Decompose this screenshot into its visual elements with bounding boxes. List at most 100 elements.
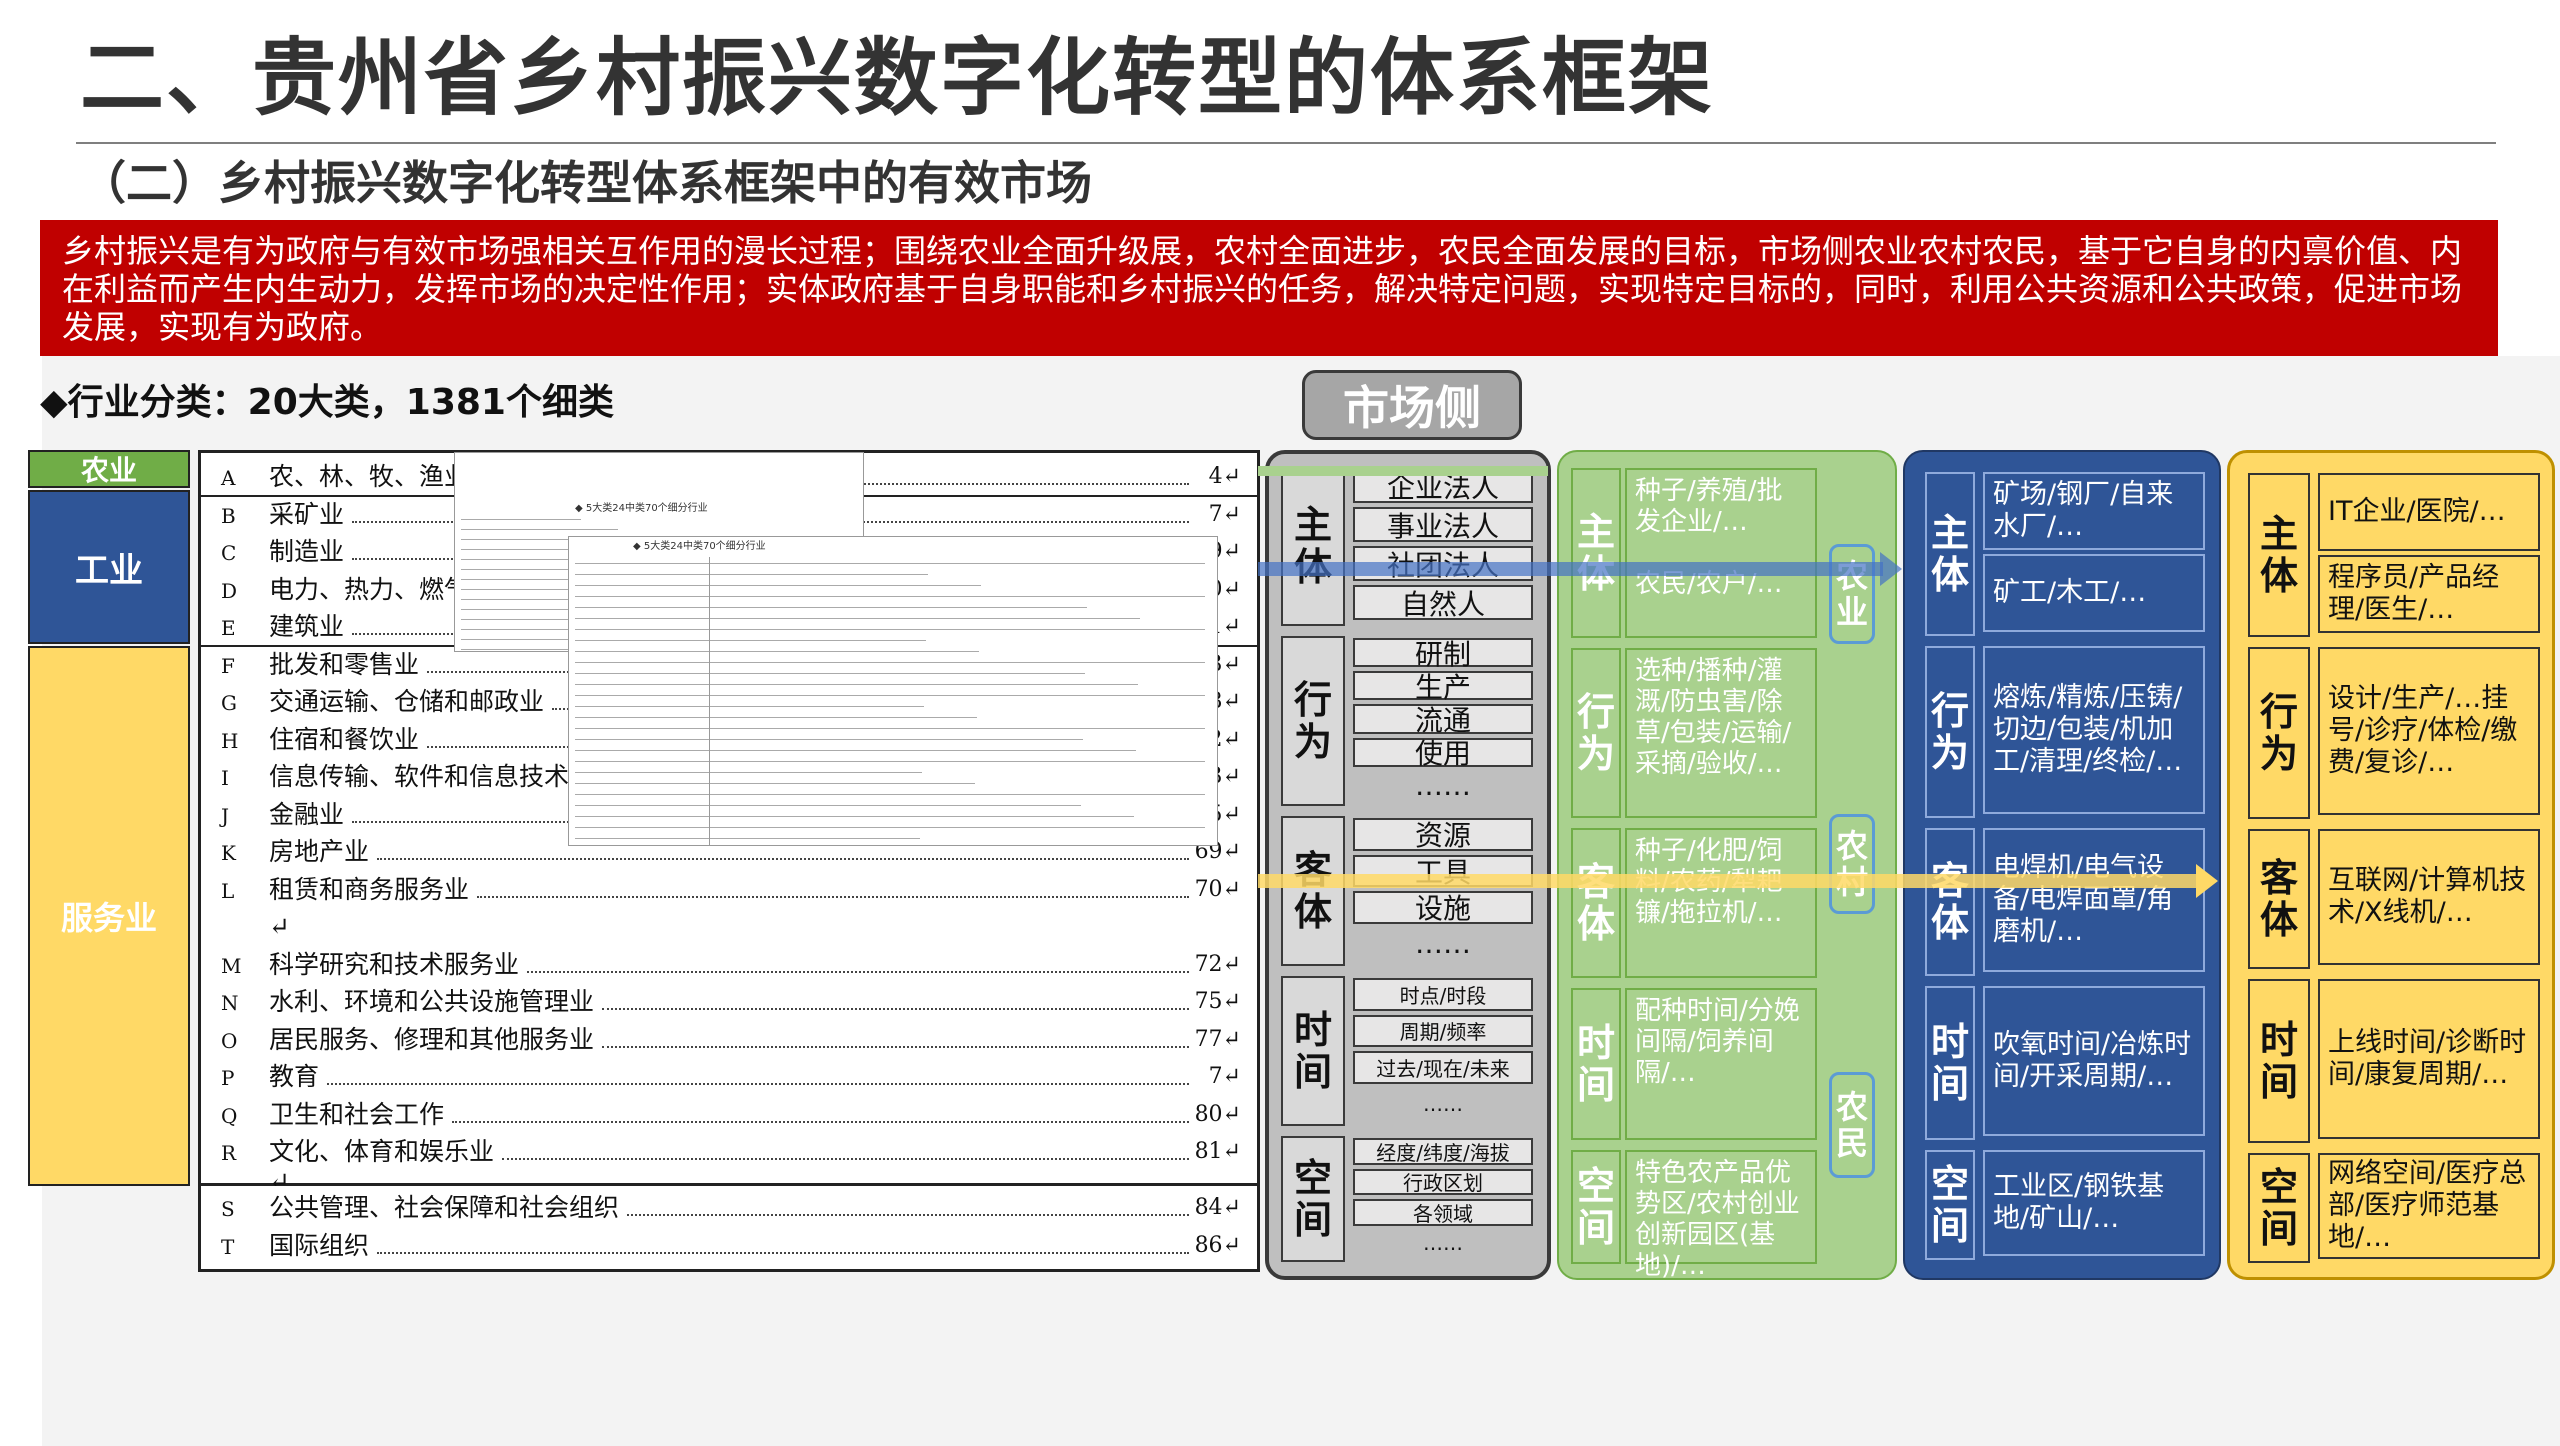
market-side-tag: 市场侧 [1302, 370, 1522, 440]
overlay-table-rule [575, 717, 977, 718]
industry-name: 公共管理、社会保障和社会组织 [269, 1193, 620, 1222]
industry-heading: ◆行业分类：20大类，1381个细类 [40, 382, 614, 423]
industry-name: 制造业 [269, 537, 345, 566]
category-label: 工业 [75, 550, 143, 591]
category-agriculture: 农业 [28, 450, 190, 488]
industry-name: 租赁和商务服务业 [269, 874, 470, 904]
industry-row: N 水利、环境和公共设施管理业 75↵ [221, 984, 1241, 1020]
industry-page: 84↵ [1194, 1195, 1241, 1220]
blue-item: 矿工/木工/… [1983, 554, 2205, 632]
industry-code: S [221, 1197, 235, 1221]
industry-list-tail: S 公共管理、社会保障和社会组织 84↵ T 国际组织 86↵ [198, 1186, 1260, 1272]
green-section-label: 时 间 [1571, 988, 1621, 1140]
overlay-table-line: ◆ 5大类24中类70个细分行业 [633, 541, 766, 552]
overlay-doc-rule [461, 529, 618, 530]
framework-panel-service: 主 体 IT企业/医院/… 程序员/产品经理/医生/… 行 为设计/生产/…挂号/诊疗… [2227, 450, 2555, 1280]
industry-name: 交通运输、仓储和邮政业 [269, 687, 545, 716]
industry-name: 居民服务、修理和其他服务业 [269, 1024, 595, 1054]
industry-leader-dots [452, 1097, 1189, 1123]
green-section-label: 客 体 [1571, 828, 1621, 978]
industry-name: ↵ [269, 912, 290, 941]
yellow-section-label: 空 间 [2248, 1153, 2310, 1263]
industry-code: H [221, 728, 239, 753]
gray-item: 资源 [1353, 818, 1533, 852]
industry-code: O [221, 1028, 238, 1053]
overlay-table-rule [575, 739, 1083, 740]
gray-item: 各领域 [1353, 1199, 1533, 1226]
industry-leader-dots [602, 1022, 1189, 1048]
industry-leader-dots [477, 872, 1189, 898]
green-section-label: 空 间 [1571, 1150, 1621, 1264]
industry-row: Q 卫生和社会工作 80↵ [221, 1097, 1241, 1133]
industry-category-column: 农业 工业 服务业 [28, 450, 190, 1186]
overlay-table-col [709, 557, 710, 845]
category-label: 服务业 [60, 899, 157, 937]
yellow-item: IT企业/医院/… [2318, 473, 2540, 551]
industry-page: 80↵ [1194, 1101, 1241, 1127]
industry-code: Q [221, 1103, 238, 1128]
page-subtitle: （二）乡村振兴数字化转型体系框架中的有效市场 [80, 156, 1092, 210]
gray-item: 生产 [1353, 671, 1533, 704]
industry-name: 金融业 [269, 799, 345, 829]
yellow-item: 互联网/计算机技术/X线机/… [2318, 829, 2540, 965]
industry-name: 信息传输、软件和信息技术服 [269, 762, 595, 791]
green-side-tag: 农 业 [1829, 544, 1875, 644]
industry-row: P 教育 7↵ [221, 1059, 1241, 1095]
gray-item: 研制 [1353, 638, 1533, 671]
industry-row: L 租赁和商务服务业 70↵ [221, 872, 1241, 908]
gray-item: 时点/时段 [1353, 978, 1533, 1011]
overlay-table-rule [575, 695, 1205, 696]
service-flow-arrow [1258, 874, 2198, 888]
industry-code: G [221, 691, 237, 715]
industry-name: 农、林、牧、渔业 [269, 462, 470, 491]
gray-item: 设施 [1353, 891, 1533, 925]
overlay-table-rule [575, 629, 1205, 630]
category-service: 服务业 [28, 646, 190, 1186]
industry-leader-dots [327, 1059, 1189, 1085]
yellow-section-label: 时 间 [2248, 979, 2310, 1143]
overlay-table-rule [575, 640, 926, 641]
industry-row: ↵ [221, 909, 1241, 945]
gray-section-label: 客 体 [1281, 816, 1345, 966]
industry-page: 77↵ [1194, 1026, 1241, 1052]
gray-item: 流通 [1353, 704, 1533, 737]
industry-row: O 居民服务、修理和其他服务业 77↵ [221, 1022, 1241, 1058]
green-side-tag: 农 民 [1829, 1072, 1875, 1178]
industry-page: 4↵ [1208, 464, 1241, 489]
industry-name: 房地产业 [269, 837, 370, 866]
industry-code: J [221, 803, 230, 828]
category-industry: 工业 [28, 490, 190, 644]
blue-section-label: 客 体 [1925, 828, 1975, 976]
blue-section-label: 时 间 [1925, 986, 1975, 1140]
industry-name: 住宿和餐饮业 [269, 724, 420, 754]
yellow-item: 设计/生产/…挂号/诊疗/体检/缴费/复诊/… [2318, 647, 2540, 815]
industry-page: 72↵ [1194, 951, 1241, 977]
industry-name: 建筑业 [269, 612, 345, 641]
gray-item: …… [1415, 768, 1471, 802]
industry-name: 批发和零售业 [269, 649, 420, 679]
overlay-table-rule [575, 783, 975, 784]
page-title: 二、贵州省乡村振兴数字化转型的体系框架 [80, 29, 1715, 127]
gray-section-label: 空 间 [1281, 1136, 1345, 1262]
industry-name: 水利、环境和公共设施管理业 [269, 987, 595, 1016]
industry-page: 70↵ [1194, 876, 1241, 902]
overlay-table-rule [575, 662, 1205, 663]
blue-section-label: 行 为 [1925, 646, 1975, 818]
yellow-section-label: 客 体 [2248, 829, 2310, 969]
industry-leader-dots [602, 984, 1189, 1010]
overlay-table-rule [575, 706, 924, 707]
industry-name: 教育 [269, 1062, 320, 1091]
industry-code: D [221, 578, 238, 603]
green-section-label: 主 体 [1571, 468, 1621, 638]
industry-name: 卫生和社会工作 [269, 1099, 445, 1129]
industry-leader-dots [527, 947, 1189, 973]
overlay-table-rule [575, 728, 1205, 729]
yellow-item: 网络空间/医疗总部/医疗师范基地/… [2318, 1153, 2540, 1259]
industry-page: 86↵ [1194, 1233, 1241, 1258]
industry-leader-dots [377, 1228, 1189, 1254]
blue-section-label: 主 体 [1925, 472, 1975, 636]
overlay-table-rule [575, 585, 981, 586]
overlay-table-rule [575, 673, 1085, 674]
green-section-text: 种子/化肥/饲料/农药/犁耙镰/拖拉机/… [1625, 828, 1817, 978]
industry-name: 采矿业 [269, 499, 345, 529]
